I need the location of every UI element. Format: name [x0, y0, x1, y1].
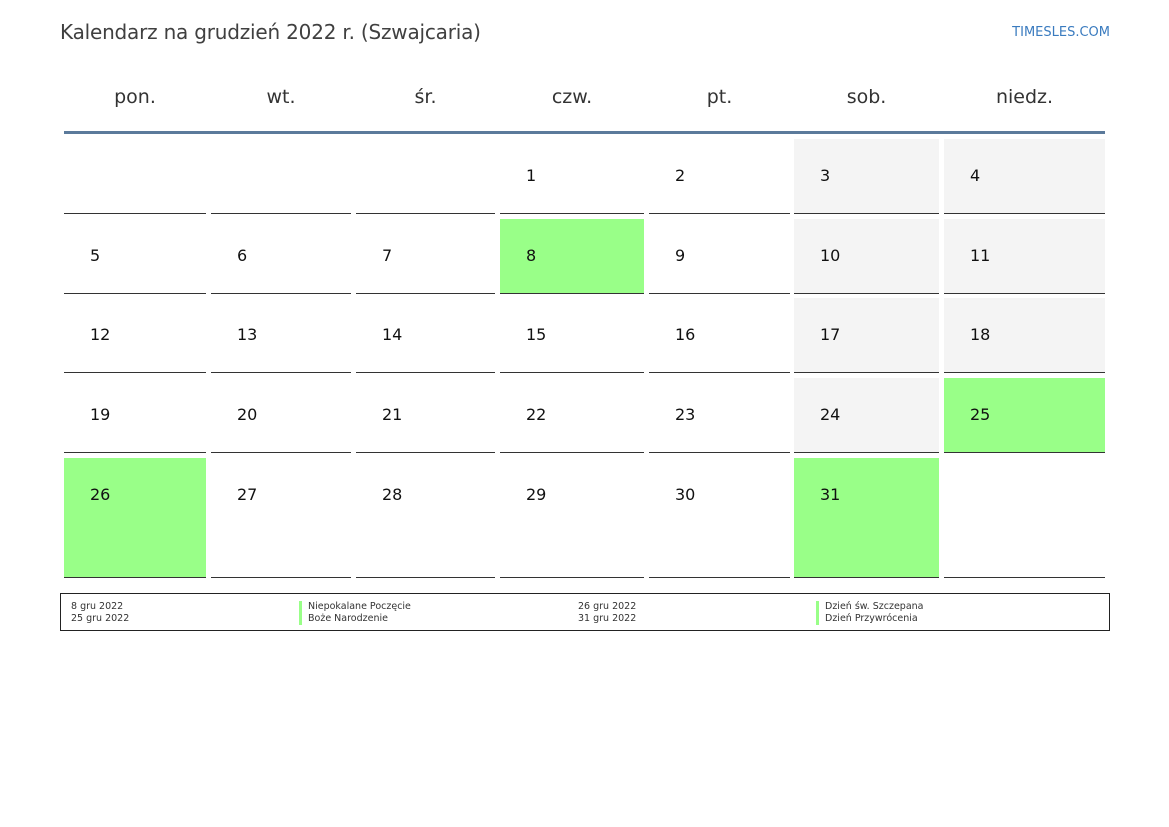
day-number: 20 [237, 405, 258, 424]
brand-link[interactable]: TIMESLES.COM [990, 25, 1110, 40]
legend-holiday-name: Dzień Przywrócenia [816, 613, 918, 625]
day-cell-weekend[interactable]: 10 [794, 219, 939, 294]
day-number: 7 [382, 246, 393, 265]
day-cell-weekend[interactable]: 11 [944, 219, 1105, 294]
day-cell[interactable]: 1 [500, 139, 644, 214]
legend-date: 31 gru 2022 [578, 613, 637, 624]
day-number: 6 [237, 246, 248, 265]
day-cell[interactable]: 20 [211, 378, 351, 453]
day-number: 1 [526, 166, 537, 185]
day-number: 11 [970, 246, 991, 265]
day-cell[interactable]: 16 [649, 298, 790, 373]
day-number: 28 [382, 485, 403, 504]
day-cell-holiday[interactable]: 26 [64, 458, 206, 578]
day-cell[interactable]: 6 [211, 219, 351, 294]
day-cell[interactable]: 13 [211, 298, 351, 373]
day-number: 25 [970, 405, 991, 424]
day-cell [211, 139, 351, 214]
day-number: 15 [526, 325, 547, 344]
day-cell[interactable]: 21 [356, 378, 495, 453]
weekday-label: niedz. [995, 86, 1054, 108]
legend-holiday-name: Niepokalane Poczęcie [299, 601, 411, 613]
day-cell[interactable]: 12 [64, 298, 206, 373]
day-cell[interactable]: 29 [500, 458, 644, 578]
day-cell [64, 139, 206, 214]
day-cell [356, 139, 495, 214]
day-cell[interactable]: 2 [649, 139, 790, 214]
day-cell-weekend[interactable]: 24 [794, 378, 939, 453]
day-cell[interactable]: 5 [64, 219, 206, 294]
day-number: 31 [820, 485, 841, 504]
day-cell[interactable]: 9 [649, 219, 790, 294]
day-cell[interactable]: 14 [356, 298, 495, 373]
weekday-label: śr. [414, 86, 437, 108]
day-number: 9 [675, 246, 686, 265]
holiday-legend: 8 gru 2022 Niepokalane Poczęcie 25 gru 202… [60, 593, 1110, 631]
weekday-label: pon. [114, 86, 156, 108]
day-number: 14 [382, 325, 403, 344]
day-number: 8 [526, 246, 537, 265]
weekday-label: czw. [551, 86, 593, 108]
day-cell-holiday[interactable]: 25 [944, 378, 1105, 453]
day-number: 29 [526, 485, 547, 504]
day-cell-weekend[interactable]: 3 [794, 139, 939, 214]
day-cell[interactable]: 19 [64, 378, 206, 453]
day-number: 5 [90, 246, 101, 265]
legend-date: 26 gru 2022 [578, 601, 637, 612]
day-cell[interactable]: 7 [356, 219, 495, 294]
day-cell[interactable]: 15 [500, 298, 644, 373]
header-divider [64, 131, 1105, 134]
day-number: 30 [675, 485, 696, 504]
day-cell[interactable]: 30 [649, 458, 790, 578]
legend-date: 8 gru 2022 [71, 601, 124, 612]
day-number: 24 [820, 405, 841, 424]
day-number: 17 [820, 325, 841, 344]
legend-date: 25 gru 2022 [71, 613, 130, 624]
day-cell-holiday[interactable]: 31 [794, 458, 939, 578]
day-number: 26 [90, 485, 111, 504]
weekday-label: sob. [846, 86, 887, 108]
day-number: 10 [820, 246, 841, 265]
day-number: 2 [675, 166, 686, 185]
day-number: 4 [970, 166, 981, 185]
page-title: Kalendarz na grudzień 2022 r. (Szwajcari… [60, 20, 481, 44]
weekday-label: pt. [706, 86, 733, 108]
day-cell-weekend[interactable]: 18 [944, 298, 1105, 373]
day-number: 3 [820, 166, 831, 185]
day-cell-holiday[interactable]: 8 [500, 219, 644, 294]
day-number: 18 [970, 325, 991, 344]
day-number: 21 [382, 405, 403, 424]
day-number: 27 [237, 485, 258, 504]
day-number: 23 [675, 405, 696, 424]
day-number: 12 [90, 325, 111, 344]
legend-holiday-name: Boże Narodzenie [299, 613, 388, 625]
day-cell[interactable]: 27 [211, 458, 351, 578]
day-cell-weekend[interactable]: 4 [944, 139, 1105, 214]
day-number: 19 [90, 405, 111, 424]
day-cell[interactable]: 28 [356, 458, 495, 578]
weekday-label: wt. [266, 86, 296, 108]
day-number: 13 [237, 325, 258, 344]
day-cell-empty [944, 458, 1105, 578]
day-cell[interactable]: 22 [500, 378, 644, 453]
day-number: 16 [675, 325, 696, 344]
legend-holiday-name: Dzień św. Szczepana [816, 601, 923, 613]
day-number: 22 [526, 405, 547, 424]
day-cell-weekend[interactable]: 17 [794, 298, 939, 373]
day-cell[interactable]: 23 [649, 378, 790, 453]
